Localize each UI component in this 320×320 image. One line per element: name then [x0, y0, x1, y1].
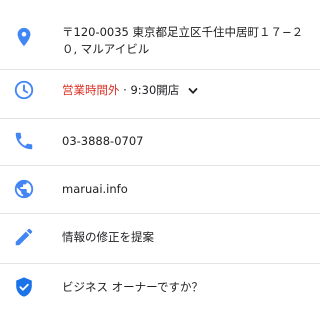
location-pin-icon	[13, 26, 35, 48]
divider	[0, 118, 320, 119]
address-text: 〒120-0035 東京都足立区千住中居町１７−２ ０, マルアイビル	[62, 24, 308, 58]
website-link[interactable]: maruai.info	[62, 181, 308, 198]
chevron-down-icon[interactable]	[188, 86, 198, 96]
suggest-edit-label: 情報の修正を提案	[62, 230, 154, 244]
globe-icon	[13, 178, 35, 200]
divider	[0, 263, 320, 264]
clock-icon	[13, 79, 35, 101]
opening-time: 9:30開店	[130, 83, 180, 97]
divider	[0, 69, 320, 70]
business-owner-row[interactable]: ビジネス オーナーですか？	[0, 272, 320, 302]
business-owner-label: ビジネス オーナーですか？	[62, 280, 203, 294]
address-row[interactable]: 〒120-0035 東京都足立区千住中居町１７−２ ０, マルアイビル	[0, 22, 320, 64]
shield-check-icon	[13, 276, 35, 298]
pencil-icon	[13, 226, 35, 248]
suggest-edit-row[interactable]: 情報の修正を提案	[0, 222, 320, 252]
divider	[0, 213, 320, 214]
divider	[0, 165, 320, 166]
phone-row[interactable]: 03-3888-0707	[0, 126, 320, 156]
website-row[interactable]: maruai.info	[0, 174, 320, 204]
address-line-2: ０, マルアイビル	[62, 42, 150, 56]
address-line-1: 〒120-0035 東京都足立区千住中居町１７−２	[62, 25, 304, 39]
place-info-panel: 〒120-0035 東京都足立区千住中居町１７−２ ０, マルアイビル 営業時間…	[0, 0, 320, 320]
open-status: 営業時間外	[62, 83, 120, 97]
phone-number: 03-3888-0707	[62, 134, 144, 148]
hours-text: 営業時間外 · 9:30開店	[62, 82, 308, 99]
hours-separator: ·	[119, 83, 131, 97]
phone-icon	[13, 130, 35, 152]
hours-row[interactable]: 営業時間外 · 9:30開店	[0, 76, 320, 104]
